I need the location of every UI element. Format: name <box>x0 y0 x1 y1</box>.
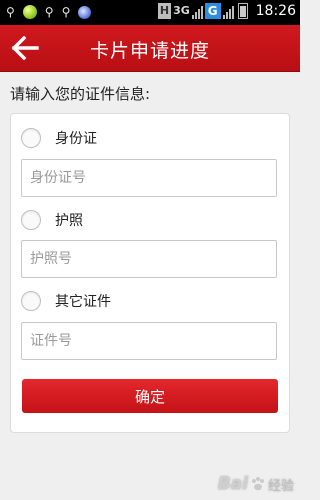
green-app-icon <box>22 5 37 19</box>
signal-icon <box>191 3 203 19</box>
option-other-id[interactable]: 其它证件 <box>21 291 111 311</box>
status-bar: ⚲ ⚲ ⚲ H 3G G 18:26 <box>0 0 300 25</box>
usb-icon: ⚲ <box>61 5 71 19</box>
signal-icon <box>222 3 234 19</box>
option-label-id-card: 身份证 <box>55 131 97 147</box>
usb-icon: ⚲ <box>44 5 54 19</box>
other-id-number-input[interactable] <box>21 322 277 360</box>
network-label: 3G <box>173 4 190 17</box>
option-passport[interactable]: 护照 <box>21 210 83 230</box>
radio-passport[interactable] <box>21 210 41 230</box>
id-form-card: 身份证 护照 其它证件 确定 <box>11 114 289 432</box>
carrier-badge: H <box>157 3 172 19</box>
option-label-other-id: 其它证件 <box>55 294 111 310</box>
watermark-brand: Bai <box>217 474 248 494</box>
option-id-card[interactable]: 身份证 <box>21 128 97 148</box>
radio-other-id[interactable] <box>21 291 41 311</box>
option-label-passport: 护照 <box>55 213 83 229</box>
id-card-number-input[interactable] <box>21 159 277 197</box>
battery-icon <box>237 3 248 19</box>
clock: 18:26 <box>255 3 296 19</box>
blue-app-icon <box>78 5 92 19</box>
passport-number-input[interactable] <box>21 240 277 278</box>
data-badge: G <box>204 3 221 19</box>
paw-icon <box>251 477 264 491</box>
form-prompt: 请输入您的证件信息: <box>10 85 151 103</box>
baidu-jingyan-watermark: Bai 经验 <box>218 474 294 494</box>
page-title: 卡片申请进度 <box>89 40 210 62</box>
usb-icon: ⚲ <box>6 5 15 19</box>
title-bar: 卡片申请进度 <box>0 25 300 72</box>
watermark-suffix: 经验 <box>267 478 294 494</box>
radio-id-card[interactable] <box>21 128 41 148</box>
confirm-button[interactable]: 确定 <box>22 379 278 413</box>
